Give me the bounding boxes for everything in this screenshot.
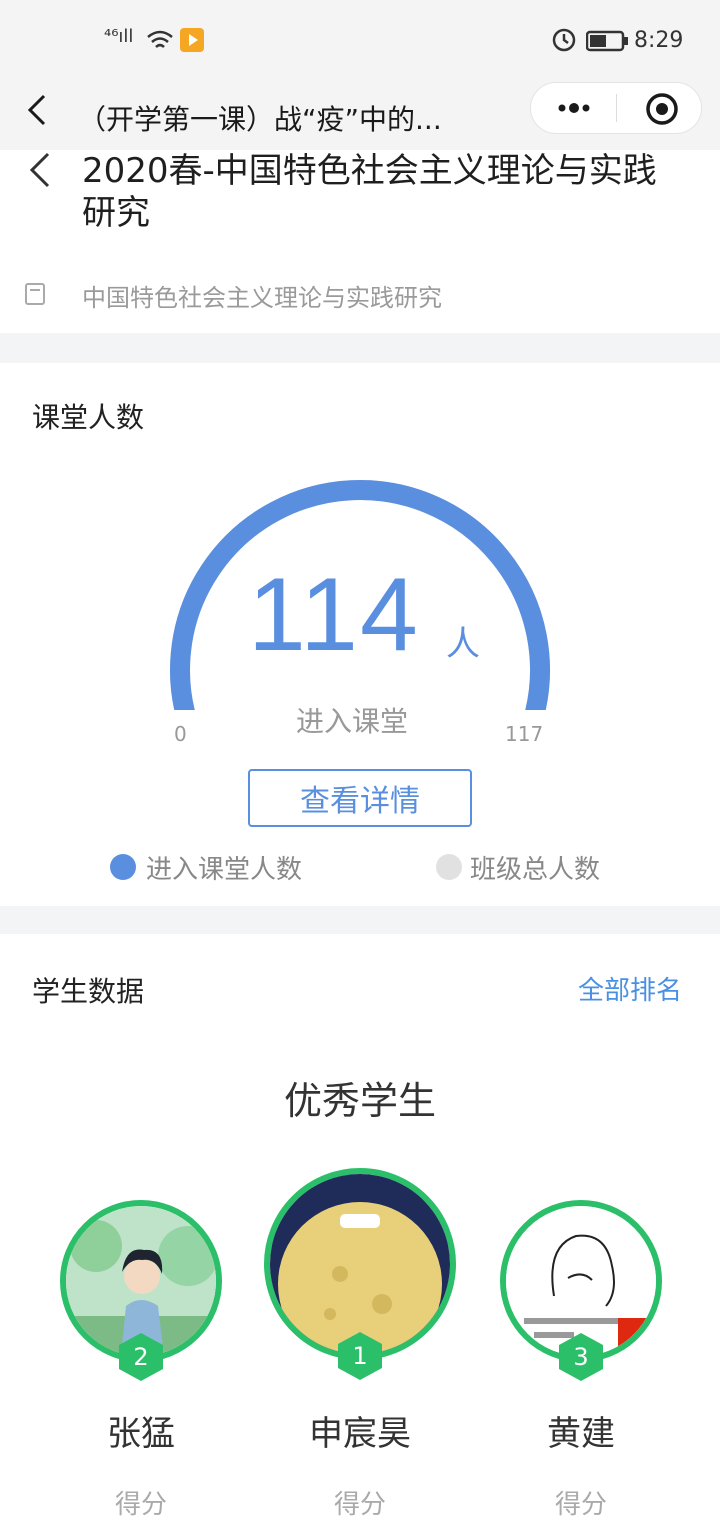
student-name: 申宸昊	[309, 1414, 411, 1454]
student-avatar-rank1[interactable]	[264, 1168, 456, 1360]
back-icon[interactable]	[22, 92, 50, 128]
view-details-button[interactable]: 查看详情	[248, 769, 472, 827]
status-time: 8:29	[634, 28, 684, 53]
section-divider	[0, 906, 720, 934]
course-title: 2020春-中国特色社会主义理论与实践研究	[82, 151, 657, 233]
book-icon	[25, 283, 45, 305]
student-score-label: 得分	[333, 1490, 386, 1520]
avatar	[270, 1174, 450, 1354]
legend-total-label: 班级总人数	[470, 855, 601, 885]
legend-total-dot	[436, 854, 462, 880]
student-score-label: 得分	[114, 1490, 167, 1520]
student-data-section-title: 学生数据	[32, 975, 145, 1008]
attendance-caption: 进入课堂	[296, 705, 409, 738]
section-divider	[0, 333, 720, 363]
course-subtitle: 中国特色社会主义理论与实践研究	[82, 284, 442, 312]
student-score-label: 得分	[554, 1490, 607, 1520]
app-notification-icon	[180, 28, 204, 52]
legend-entered-label: 进入课堂人数	[146, 855, 303, 885]
excellent-students-title: 优秀学生	[283, 1079, 436, 1123]
close-miniprogram-icon[interactable]	[644, 91, 680, 127]
wifi-icon	[147, 30, 173, 48]
signal-icon: ⁴⁶ıll	[104, 26, 134, 47]
nav-title: （开学第一课）战“疫”中的...	[78, 103, 442, 136]
capsule-divider	[616, 94, 617, 122]
more-icon[interactable]	[554, 96, 594, 120]
attendance-unit: 人	[446, 624, 480, 664]
course-back-icon[interactable]	[24, 150, 54, 190]
gauge-max-label: 117	[505, 722, 544, 746]
gauge-min-label: 0	[174, 722, 187, 746]
all-ranking-link[interactable]: 全部排名	[578, 970, 682, 1007]
attendance-count: 114	[248, 557, 420, 673]
alarm-icon	[552, 28, 576, 52]
legend-entered-dot	[110, 854, 136, 880]
attendance-section-title: 课堂人数	[32, 401, 145, 434]
student-name: 黄建	[547, 1414, 615, 1454]
student-name: 张猛	[107, 1414, 175, 1454]
battery-icon	[586, 30, 628, 52]
